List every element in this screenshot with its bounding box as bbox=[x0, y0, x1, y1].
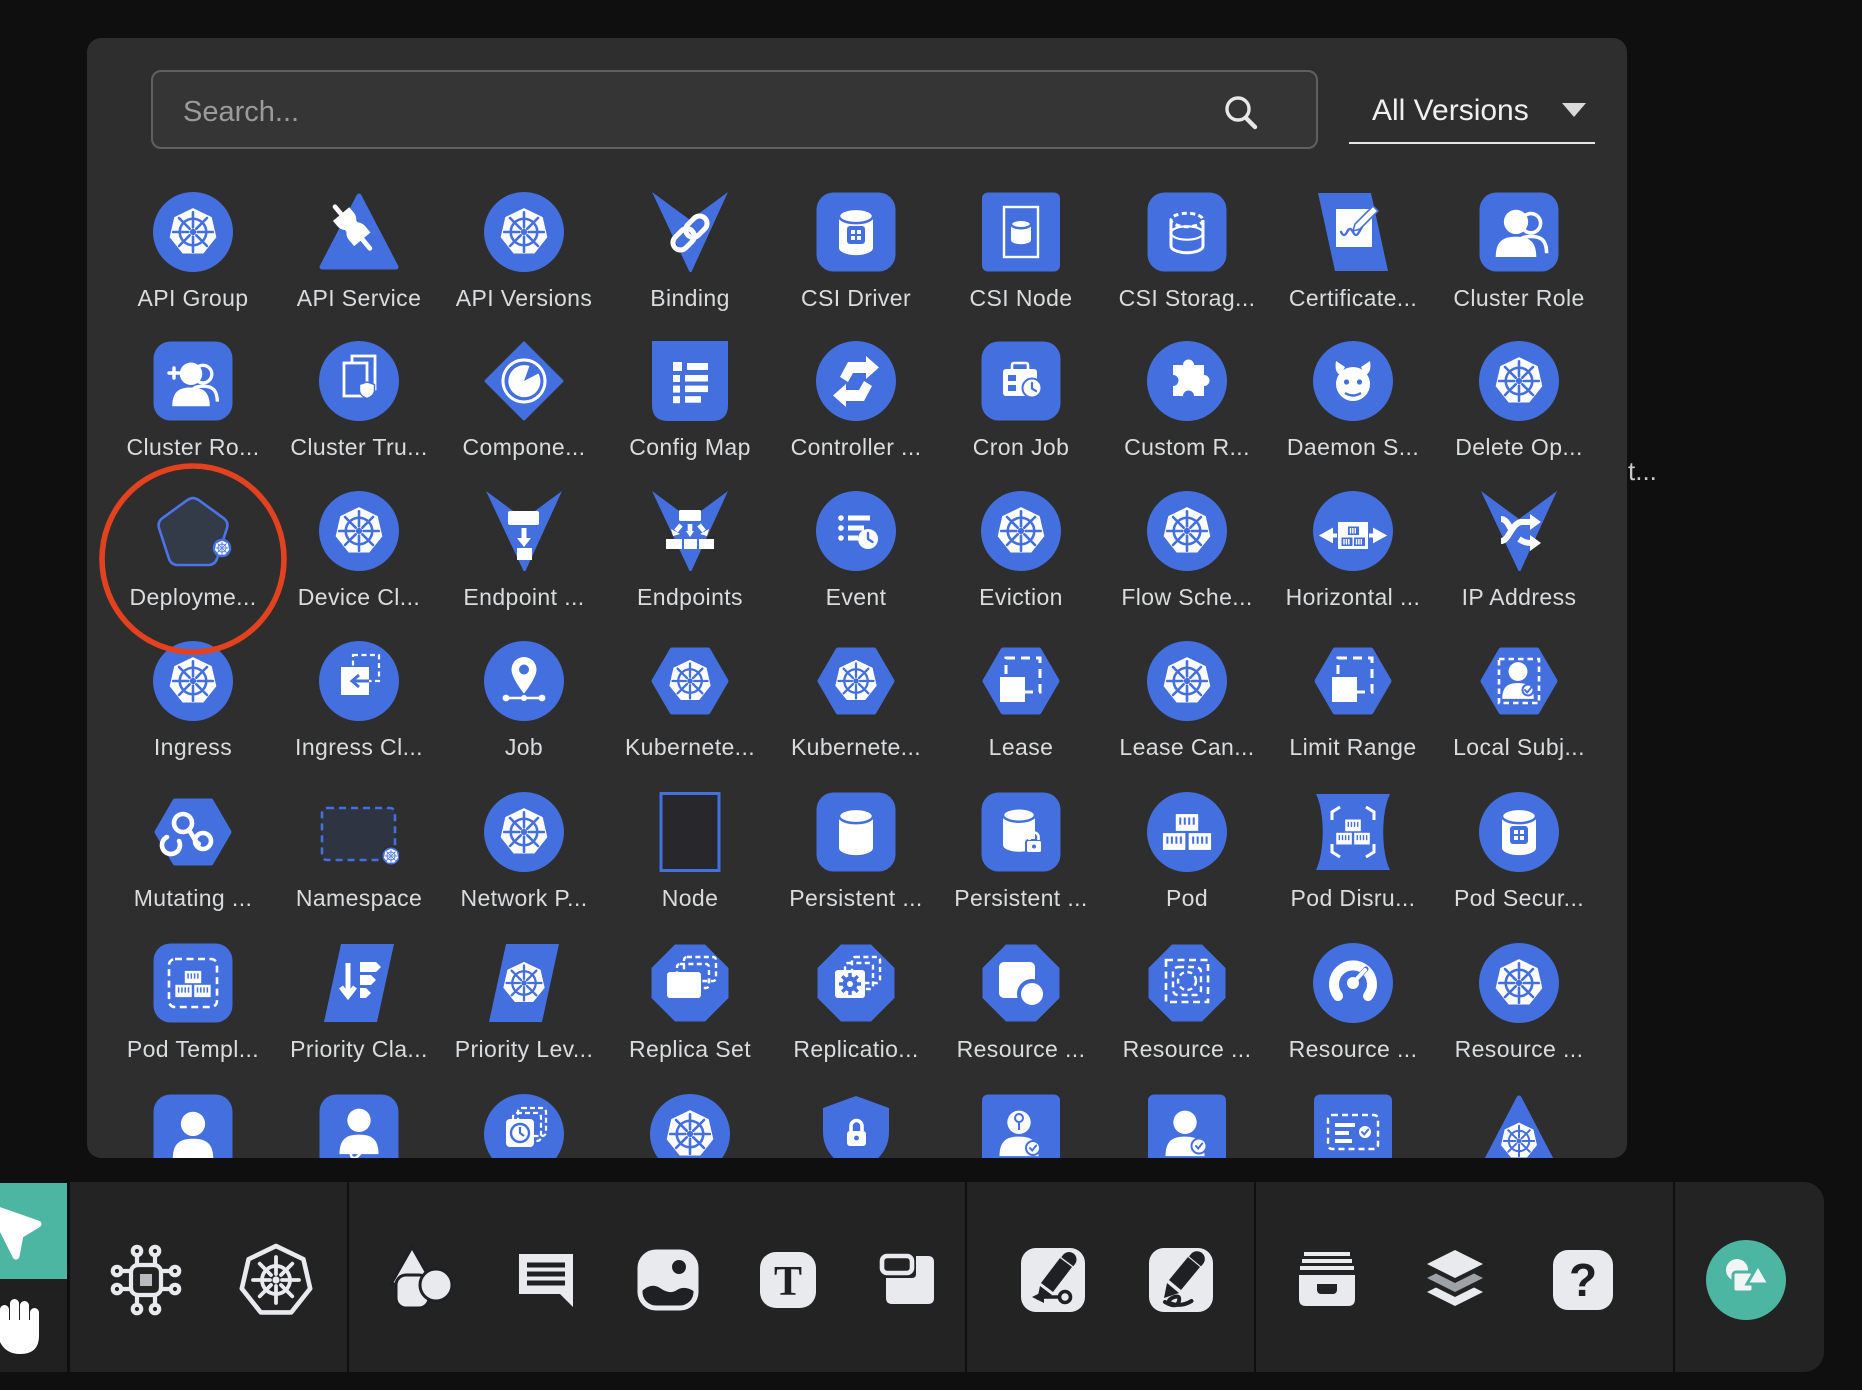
svg-text:T: T bbox=[774, 1259, 802, 1305]
svg-text:?: ? bbox=[1569, 1254, 1597, 1306]
